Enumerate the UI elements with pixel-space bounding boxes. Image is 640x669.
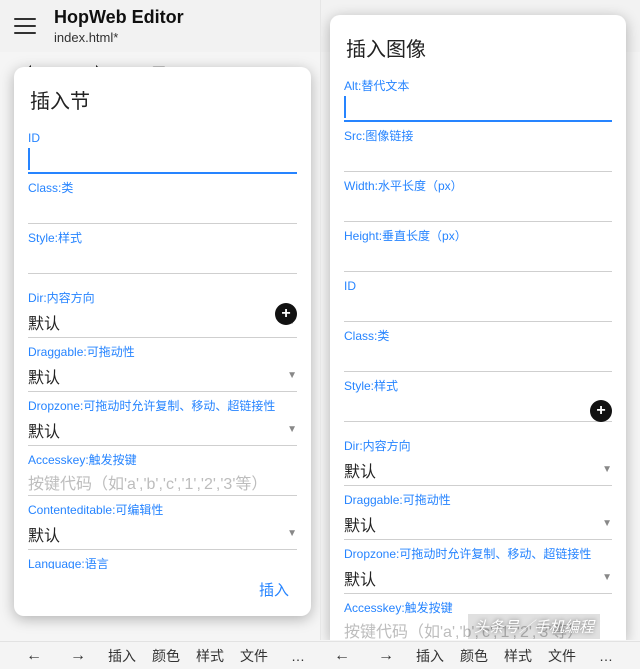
nav-right-2[interactable]: → <box>364 647 408 665</box>
bottom-color-2[interactable]: 颜色 <box>452 646 496 666</box>
watermark: 头条号／手机编程 <box>468 614 600 639</box>
alt-input[interactable] <box>344 94 612 122</box>
bottom-file-2[interactable]: 文件 <box>540 646 584 666</box>
dropzone-select[interactable]: 默认▼ <box>28 414 297 446</box>
accesskey-input[interactable]: 按键代码（如'a','b','c','1','2','3'等） <box>28 468 297 496</box>
class-input[interactable] <box>344 344 612 372</box>
alt-label: Alt:替代文本 <box>344 78 612 94</box>
dir-select[interactable]: 默认▼ <box>344 454 612 486</box>
accesskey-label: Accesskey:触发按键 <box>28 452 297 468</box>
dir-select[interactable]: 默认▼ <box>28 306 297 338</box>
width-label: Width:水平长度（px） <box>344 178 612 194</box>
right-screen: HopWeb Editor 插入图像 Alt:替代文本 Src:图像链接 Wid… <box>320 0 640 640</box>
language-label: Language:语言 <box>28 556 297 569</box>
nav-right[interactable]: → <box>56 647 100 665</box>
dialog-title: 插入节 <box>14 67 311 124</box>
draggable-select[interactable]: 默认▼ <box>344 508 612 540</box>
add-style-button[interactable]: + <box>275 303 297 325</box>
insert-image-dialog: 插入图像 Alt:替代文本 Src:图像链接 Width:水平长度（px） He… <box>330 15 626 640</box>
add-style-button[interactable]: + <box>590 400 612 422</box>
nav-left[interactable]: ← <box>12 647 56 665</box>
nav-left-2[interactable]: ← <box>320 647 364 665</box>
chevron-down-icon: ▼ <box>287 370 297 381</box>
bottom-insert[interactable]: 插入 <box>100 646 144 666</box>
id-label: ID <box>344 278 612 294</box>
dialog-title: 插入图像 <box>330 15 626 72</box>
src-label: Src:图像链接 <box>344 128 612 144</box>
class-input[interactable] <box>28 196 297 224</box>
height-label: Height:垂直长度（px） <box>344 228 612 244</box>
left-screen: HopWeb Editor index.html* 插入节 ID Class:类 <box>0 0 320 640</box>
bottom-toolbar: ← → 插入 颜色 样式 文件 … ← → 插入 颜色 样式 文件 … <box>0 641 640 669</box>
bottom-more-2[interactable]: … <box>584 648 628 664</box>
bottom-style[interactable]: 样式 <box>188 646 232 666</box>
width-input[interactable] <box>344 194 612 222</box>
draggable-select[interactable]: 默认▼ <box>28 360 297 392</box>
height-input[interactable] <box>344 244 612 272</box>
bottom-style-2[interactable]: 样式 <box>496 646 540 666</box>
dir-label: Dir:内容方向 <box>344 438 612 454</box>
class-label: Class:类 <box>28 180 297 196</box>
style-label: Style:样式 <box>28 230 297 246</box>
bottom-file[interactable]: 文件 <box>232 646 276 666</box>
contenteditable-select[interactable]: 默认▼ <box>28 518 297 550</box>
style-label: Style:样式 <box>344 378 612 394</box>
chevron-down-icon: ▼ <box>287 424 297 435</box>
bottom-insert-2[interactable]: 插入 <box>408 646 452 666</box>
dropzone-label: Dropzone:可拖动时允许复制、移动、超链接性 <box>28 398 297 414</box>
style-input[interactable] <box>344 394 612 422</box>
bottom-more[interactable]: … <box>276 648 320 664</box>
src-input[interactable] <box>344 144 612 172</box>
dir-label: Dir:内容方向 <box>28 290 297 306</box>
chevron-down-icon: ▼ <box>602 518 612 529</box>
chevron-down-icon: ▼ <box>602 572 612 583</box>
insert-button[interactable]: 插入 <box>259 582 289 599</box>
id-input[interactable] <box>344 294 612 322</box>
dropzone-label: Dropzone:可拖动时允许复制、移动、超链接性 <box>344 546 612 562</box>
chevron-down-icon: ▼ <box>287 528 297 539</box>
class-label: Class:类 <box>344 328 612 344</box>
chevron-down-icon: ▼ <box>602 464 612 475</box>
style-input[interactable] <box>28 246 297 274</box>
insert-section-dialog: 插入节 ID Class:类 Style:样式 Dir:内容方向 默认▼ <box>14 67 311 616</box>
bottom-color[interactable]: 颜色 <box>144 646 188 666</box>
id-input[interactable] <box>28 146 297 174</box>
contenteditable-label: Contenteditable:可编辑性 <box>28 502 297 518</box>
draggable-label: Draggable:可拖动性 <box>344 492 612 508</box>
id-label: ID <box>28 130 297 146</box>
dropzone-select[interactable]: 默认▼ <box>344 562 612 594</box>
draggable-label: Draggable:可拖动性 <box>28 344 297 360</box>
